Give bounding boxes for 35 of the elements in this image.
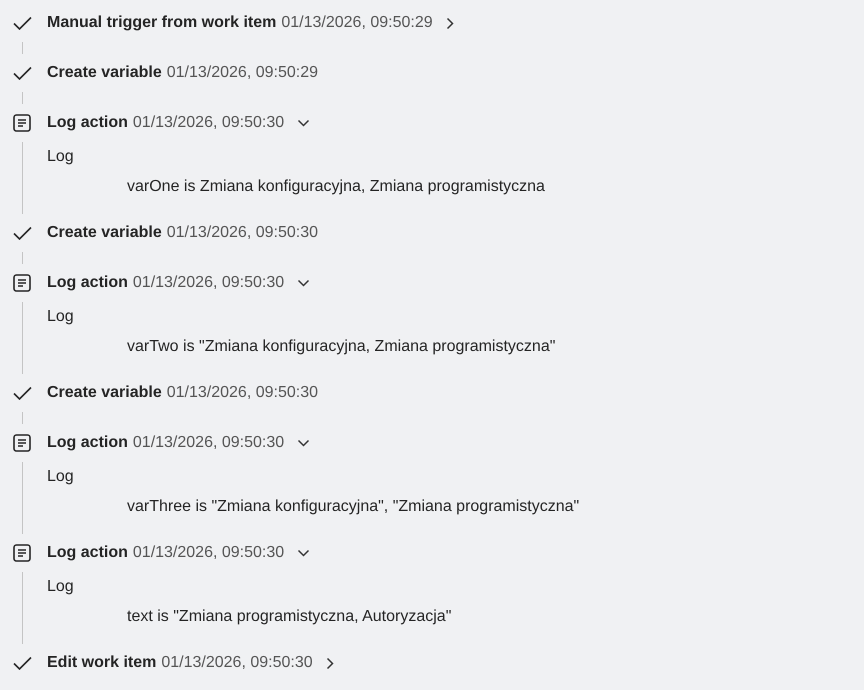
step-timestamp: 01/13/2026, 09:50:30 [132, 433, 284, 453]
log-message: text is "Zmiana programistyczna, Autoryzacja" [127, 608, 452, 625]
step-title: Create variable [47, 383, 162, 403]
step-title: Log action [47, 433, 128, 453]
detail-label: Log [47, 467, 74, 487]
step-timestamp: 01/13/2026, 09:50:30 [161, 653, 313, 673]
step-timestamp: 01/13/2026, 09:50:29 [166, 63, 318, 83]
step-timestamp: 01/13/2026, 09:50:29 [281, 13, 433, 33]
log-message: varOne is Zmiana konfiguracyjna, Zmiana programistyczna [127, 178, 545, 195]
step-title: Create variable [47, 223, 162, 243]
checkmark-icon [12, 66, 32, 80]
step-timestamp: 01/13/2026, 09:50:30 [132, 273, 284, 293]
document-icon [13, 114, 31, 132]
detail-label: Log [47, 577, 74, 597]
step-timestamp: 01/13/2026, 09:50:30 [166, 383, 318, 403]
log-message: varThree is "Zmiana konfiguracyjna", "Zmiana programistyczna" [127, 498, 580, 515]
step-timestamp: 01/13/2026, 09:50:30 [132, 543, 284, 563]
step-title: Create variable [47, 63, 162, 83]
detail-label: Log [47, 147, 74, 167]
step-title: Manual trigger from work item [47, 13, 276, 33]
step-title: Log action [47, 113, 128, 133]
document-icon [13, 274, 31, 292]
checkmark-icon [12, 386, 32, 400]
step-timestamp: 01/13/2026, 09:50:30 [132, 113, 284, 133]
document-icon [13, 544, 31, 562]
step-title: Edit work item [47, 653, 156, 673]
step-timestamp: 01/13/2026, 09:50:30 [166, 223, 318, 243]
document-icon [13, 434, 31, 452]
step-title: Log action [47, 273, 128, 293]
checkmark-icon [12, 656, 32, 670]
checkmark-icon [12, 226, 32, 240]
step-title: Log action [47, 543, 128, 563]
checkmark-icon [12, 16, 32, 30]
log-message: varTwo is "Zmiana konfiguracyjna, Zmiana programistyczna" [127, 338, 556, 355]
detail-label: Log [47, 307, 74, 327]
